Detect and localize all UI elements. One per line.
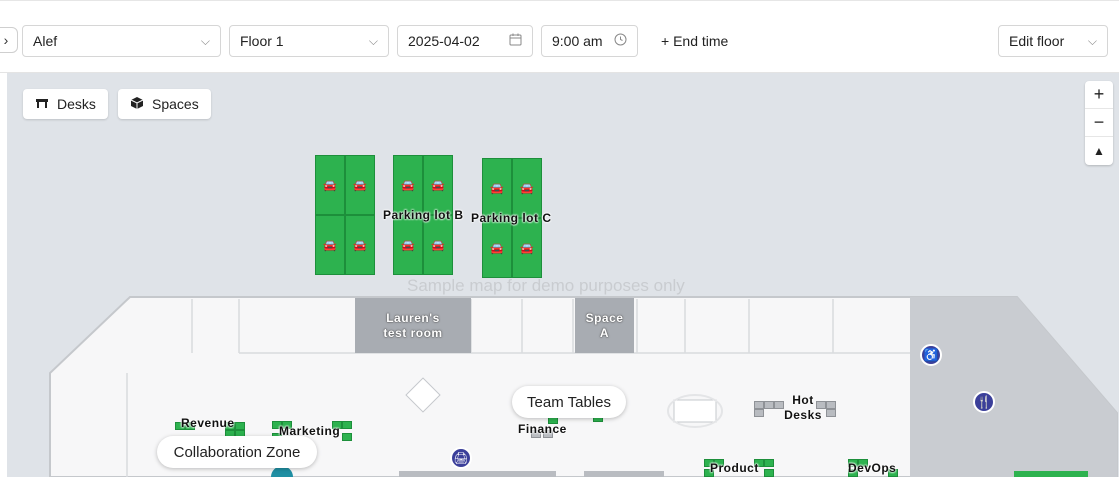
desk[interactable] <box>235 422 245 430</box>
printer-icon[interactable]: 🖨 <box>450 447 472 469</box>
calendar-icon <box>509 33 522 49</box>
date-value: 2025-04-02 <box>408 33 480 49</box>
chevron-right-icon: › <box>3 32 9 48</box>
floor-value: Floor 1 <box>240 33 284 49</box>
car-icon: 🚘 <box>490 182 504 195</box>
parking-spot[interactable]: 🚘 <box>423 155 453 215</box>
area-label-devops: DevOps <box>848 461 897 475</box>
desk-icon <box>35 96 49 112</box>
car-icon: 🚘 <box>490 242 504 255</box>
desk[interactable] <box>826 401 836 409</box>
location-value: Alef <box>33 33 58 49</box>
parking-spot[interactable]: 🚘 <box>345 215 375 275</box>
add-end-time-button[interactable]: + End time <box>661 25 728 57</box>
reset-north-button[interactable]: ▲ <box>1085 137 1113 165</box>
floor-select[interactable]: Floor 1 ⌵ <box>229 25 389 57</box>
cube-icon <box>130 96 144 113</box>
parking-spot[interactable]: 🚘 <box>482 158 512 218</box>
compass-icon: ▲ <box>1093 144 1105 158</box>
parking-spot[interactable]: 🚘 <box>482 218 512 278</box>
car-icon: 🚘 <box>431 179 445 192</box>
desk[interactable] <box>342 421 352 429</box>
parking-spot[interactable]: 🚘 <box>315 215 345 275</box>
parking-spot[interactable]: 🚘 <box>315 155 345 215</box>
time-field[interactable]: 9:00 am <box>541 25 638 57</box>
app: › Alef ⌵ Floor 1 ⌵ 2025-04-02 9:00 am + … <box>0 0 1119 477</box>
spaces-filter-button[interactable]: Spaces <box>118 89 211 119</box>
parking-spot[interactable]: 🚘 <box>512 158 542 218</box>
area-label-hot-desks: Hot Desks <box>783 393 823 423</box>
parking-spot[interactable]: 🚘 <box>393 215 423 275</box>
area-label-revenue: Revenue <box>181 416 235 430</box>
parking-lot-c-label: Parking lot C <box>471 211 552 225</box>
parking-spot[interactable]: 🚘 <box>512 218 542 278</box>
zoom-in-button[interactable]: + <box>1085 81 1113 109</box>
desk[interactable] <box>754 401 764 409</box>
parking-spot[interactable]: 🚘 <box>345 155 375 215</box>
location-select[interactable]: Alef ⌵ <box>22 25 221 57</box>
parking-spot[interactable]: 🚘 <box>423 215 453 275</box>
spaces-label: Spaces <box>152 96 199 112</box>
car-icon: 🚘 <box>520 242 534 255</box>
chevron-down-icon: ⌵ <box>368 33 378 48</box>
zoom-controls: + − ▲ <box>1085 81 1113 165</box>
toolbar: › Alef ⌵ Floor 1 ⌵ 2025-04-02 9:00 am + … <box>0 0 1119 73</box>
restaurant-icon[interactable]: 🍴 <box>973 391 995 413</box>
parking-lot-b-label: Parking lot B <box>383 208 464 222</box>
car-icon: 🚘 <box>353 239 367 252</box>
parking-spot[interactable]: 🚘 <box>393 155 423 215</box>
car-icon: 🚘 <box>353 179 367 192</box>
floor-map[interactable]: Desks Spaces + − ▲ 🚘 🚘 🚘 🚘 🚘 🚘 🚘 🚘 Parki… <box>7 73 1119 477</box>
room-laurens-test-room[interactable]: Lauren's test room <box>355 298 471 353</box>
date-field[interactable]: 2025-04-02 <box>397 25 533 57</box>
desk[interactable] <box>764 459 774 467</box>
desks-filter-button[interactable]: Desks <box>23 89 108 119</box>
car-icon: 🚘 <box>431 239 445 252</box>
room-space-a[interactable]: Space A <box>575 298 634 353</box>
zone-collaboration-zone[interactable]: Collaboration Zone <box>157 436 317 468</box>
edit-floor-label: Edit floor <box>1009 33 1065 49</box>
zoom-out-button[interactable]: − <box>1085 109 1113 137</box>
desk[interactable] <box>764 401 774 409</box>
desk[interactable] <box>754 409 764 417</box>
zone-team-tables[interactable]: Team Tables <box>512 386 626 418</box>
desk[interactable] <box>764 469 774 477</box>
car-icon: 🚘 <box>401 239 415 252</box>
chevron-down-icon: ⌵ <box>200 33 210 48</box>
demo-watermark: Sample map for demo purposes only <box>407 276 685 295</box>
area-label-finance: Finance <box>518 422 567 436</box>
car-icon: 🚘 <box>323 239 337 252</box>
chevron-down-icon: ⌵ <box>1087 33 1097 48</box>
desk[interactable] <box>342 433 352 441</box>
desks-label: Desks <box>57 96 96 112</box>
car-icon: 🚘 <box>323 179 337 192</box>
car-icon: 🚘 <box>520 182 534 195</box>
edit-floor-button[interactable]: Edit floor ⌵ <box>998 25 1108 57</box>
area-label-product: Product <box>710 461 759 475</box>
hot-desks-text: Hot Desks <box>784 393 822 422</box>
end-time-label: + End time <box>661 33 729 49</box>
accessible-icon[interactable]: ♿ <box>920 344 942 366</box>
clock-icon <box>614 33 627 49</box>
expand-panel-button[interactable]: › <box>0 27 18 53</box>
time-value: 9:00 am <box>552 33 603 49</box>
desk[interactable] <box>826 409 836 417</box>
car-icon: 🚘 <box>401 179 415 192</box>
